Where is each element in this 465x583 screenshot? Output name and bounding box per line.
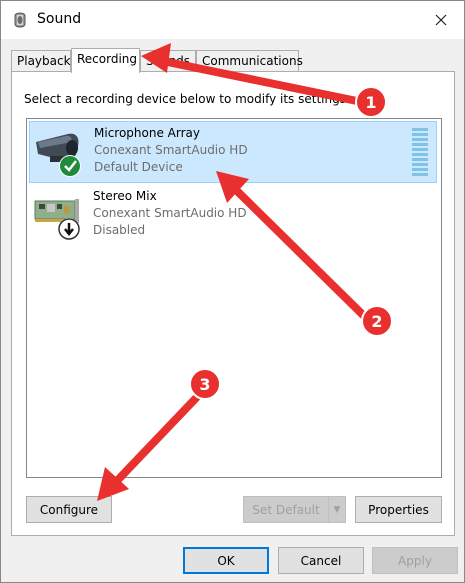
title-bar: Sound: [1, 1, 464, 39]
device-driver: Conexant SmartAudio HD: [94, 143, 248, 157]
recording-panel: Select a recording device below to modif…: [11, 71, 455, 536]
speaker-icon: [14, 12, 26, 28]
device-status: Disabled: [93, 223, 146, 237]
device-name: Microphone Array: [94, 126, 200, 140]
configure-button[interactable]: Configure: [26, 496, 112, 523]
apply-button[interactable]: Apply: [372, 547, 458, 574]
sound-card-icon: [34, 199, 80, 240]
tab-recording[interactable]: Recording: [71, 48, 140, 73]
microphone-icon: [36, 133, 81, 177]
window-title: Sound: [37, 11, 82, 27]
device-microphone-array[interactable]: Microphone Array Conexant SmartAudio HD …: [29, 121, 437, 183]
close-icon: [435, 14, 447, 26]
device-status: Default Device: [94, 160, 183, 174]
tab-sounds[interactable]: Sounds: [140, 50, 196, 72]
close-button[interactable]: [418, 1, 464, 39]
tab-playback[interactable]: Playback: [11, 50, 71, 72]
tab-communications[interactable]: Communications: [196, 50, 303, 72]
properties-button[interactable]: Properties: [355, 496, 442, 523]
device-driver: Conexant SmartAudio HD: [93, 206, 247, 220]
set-default-button[interactable]: Set Default: [243, 496, 329, 523]
chevron-down-icon: ▼: [333, 504, 341, 515]
set-default-dropdown[interactable]: ▼: [328, 496, 346, 523]
ok-button[interactable]: OK: [183, 547, 269, 574]
device-list[interactable]: Microphone Array Conexant SmartAudio HD …: [26, 118, 442, 478]
instruction-text: Select a recording device below to modif…: [24, 92, 351, 106]
cancel-button[interactable]: Cancel: [278, 547, 364, 574]
device-name: Stereo Mix: [93, 189, 157, 203]
check-icon: [60, 156, 80, 176]
sound-dialog: Sound Playback Recording Sounds Communic…: [0, 0, 465, 583]
level-meter: [412, 128, 428, 176]
device-stereo-mix[interactable]: Stereo Mix Conexant SmartAudio HD Disabl…: [29, 185, 437, 247]
